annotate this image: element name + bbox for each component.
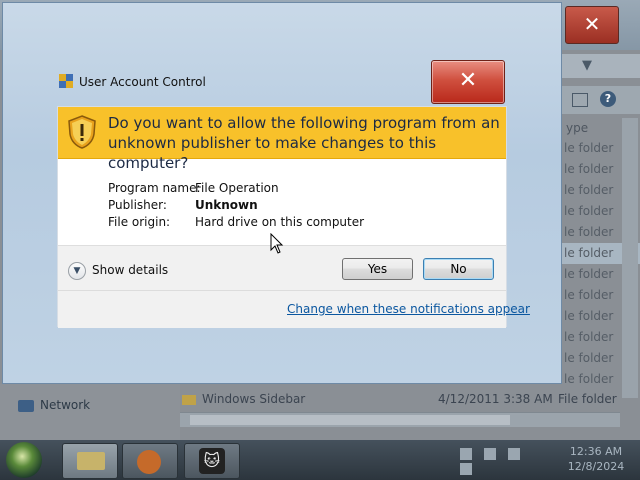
- no-button[interactable]: No: [423, 258, 494, 280]
- tray-flag-icon[interactable]: [508, 448, 520, 460]
- show-details-toggle[interactable]: ▼ Show details: [68, 260, 168, 280]
- mouse-cursor-icon: [270, 233, 284, 254]
- publisher-value: Unknown: [195, 198, 258, 212]
- publisher-label: Publisher:: [108, 198, 167, 212]
- program-details: Program name: File Operation Publisher: …: [108, 180, 408, 231]
- background-close-button: ✕: [565, 6, 619, 44]
- taskbar-clock[interactable]: 12:36 AM 12/8/2024: [558, 444, 634, 474]
- explorer-icon: [77, 452, 105, 470]
- dialog-button-area: ▼ Show details Yes No Change when these n…: [58, 245, 530, 328]
- dialog-title: User Account Control: [79, 75, 206, 89]
- uac-shield-small-icon: [59, 74, 73, 88]
- chevron-down-icon: ▼: [68, 261, 86, 280]
- program-name-label: Program name:: [108, 181, 201, 195]
- divider: [58, 290, 506, 291]
- start-button[interactable]: [6, 442, 42, 478]
- taskbar-app-button[interactable]: 🐱: [184, 443, 240, 479]
- nav-item-network: Network: [18, 398, 90, 412]
- yes-button[interactable]: Yes: [342, 258, 413, 280]
- system-tray: [460, 448, 550, 475]
- uac-content-panel: Do you want to allow the following progr…: [57, 106, 530, 328]
- view-icon: [572, 93, 588, 107]
- clock-date: 12/8/2024: [567, 460, 625, 473]
- taskbar-explorer-button[interactable]: [62, 443, 118, 479]
- list-item: Windows Sidebar 4/12/2011 3:38 AM File f…: [178, 388, 640, 410]
- media-player-icon: [137, 450, 161, 474]
- file-origin-label: File origin:: [108, 215, 171, 229]
- clock-time: 12:36 AM: [569, 445, 623, 458]
- taskbar-media-player-button[interactable]: [122, 443, 178, 479]
- change-notifications-link[interactable]: Change when these notifications appear: [287, 302, 530, 316]
- folder-icon: [182, 394, 196, 405]
- warning-banner: Do you want to allow the following progr…: [58, 107, 506, 172]
- close-button[interactable]: ✕: [431, 60, 505, 104]
- background-toolbar: ▼: [560, 54, 640, 78]
- tray-network-icon[interactable]: [484, 448, 496, 460]
- background-horizontal-scrollbar: [180, 412, 620, 427]
- help-icon: ?: [600, 91, 616, 107]
- tray-volume-icon[interactable]: [460, 463, 472, 475]
- uac-question-text: Do you want to allow the following progr…: [108, 114, 500, 172]
- taskbar: 🐱 12:36 AM 12/8/2024: [0, 440, 640, 480]
- program-name-value: File Operation: [195, 181, 279, 195]
- file-origin-value: Hard drive on this computer: [195, 215, 365, 229]
- tray-arrow-icon[interactable]: [460, 448, 472, 460]
- warning-shield-icon: [68, 115, 96, 149]
- network-icon: [18, 399, 34, 412]
- background-scrollbar: [622, 118, 638, 398]
- background-nav-pane: [0, 384, 180, 440]
- show-details-label: Show details: [92, 263, 169, 277]
- cat-icon: 🐱: [199, 448, 225, 474]
